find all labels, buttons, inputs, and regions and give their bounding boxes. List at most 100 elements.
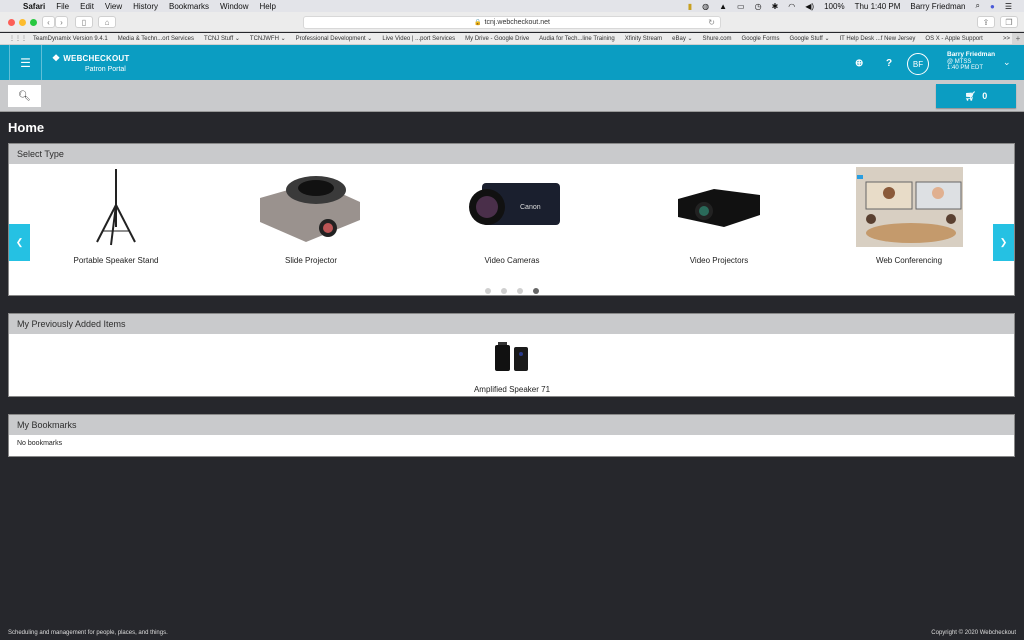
bookmark-item[interactable]: Media & Techn...ort Services xyxy=(118,36,194,42)
zoom-window-button[interactable] xyxy=(30,19,37,26)
menubar-user[interactable]: Barry Friedman xyxy=(910,2,965,11)
user-info[interactable]: Barry Friedman @ MTSS 1:40 PM EDT xyxy=(947,51,995,72)
spotlight-icon[interactable]: ⌕ xyxy=(976,1,980,11)
select-type-panel: Select Type ❮ Portable Speaker Stand Sli… xyxy=(8,143,1015,296)
type-item[interactable]: Slide Projector xyxy=(241,166,381,265)
type-carousel: ❮ Portable Speaker Stand Slide Projector… xyxy=(9,164,1014,296)
portal-subtitle: Patron Portal xyxy=(85,66,126,73)
close-window-button[interactable] xyxy=(8,19,15,26)
menu-icon[interactable]: ☰ xyxy=(9,45,42,80)
panel-header: My Previously Added Items xyxy=(9,314,1014,334)
carousel-dot-active[interactable] xyxy=(533,288,539,294)
bookmark-item[interactable]: Professional Development ⌄ xyxy=(296,35,373,42)
notification-center-icon[interactable]: ☰ xyxy=(1005,2,1012,11)
menu-bookmarks[interactable]: Bookmarks xyxy=(169,2,209,11)
page-title: Home xyxy=(8,120,45,135)
speaker-stand-image xyxy=(46,166,186,248)
forward-button[interactable]: › xyxy=(55,16,68,28)
reload-icon[interactable]: ↻ xyxy=(708,18,715,27)
menu-history[interactable]: History xyxy=(133,2,158,11)
drive-icon[interactable]: ▲ xyxy=(719,2,727,11)
accessibility-icon[interactable]: ⊕ xyxy=(855,58,863,69)
clock[interactable]: Thu 1:40 PM xyxy=(855,2,901,11)
footer-copyright: Copyright © 2020 Webcheckout xyxy=(931,630,1016,636)
menu-app[interactable]: Safari xyxy=(23,2,45,11)
lock-icon: 🔒 xyxy=(474,20,482,26)
bookmark-item[interactable]: Xfinity Stream xyxy=(625,36,662,42)
footer: Scheduling and management for people, pl… xyxy=(0,630,1024,640)
carousel-prev-button[interactable]: ❮ xyxy=(9,224,30,261)
type-label: Slide Projector xyxy=(284,256,338,265)
menu-file[interactable]: File xyxy=(56,2,69,11)
minimize-window-button[interactable] xyxy=(19,19,26,26)
avatar[interactable]: BF xyxy=(907,53,929,75)
app-header: ☰ ❖ WEBCHECKOUT Patron Portal ⊕ ? BF Barr… xyxy=(0,45,1024,80)
bookmark-item[interactable]: eBay ⌄ xyxy=(672,35,692,42)
bookmark-item[interactable]: Google Forms xyxy=(742,36,780,42)
shield-icon[interactable]: ▮ xyxy=(688,2,692,11)
globe-icon[interactable]: ◍ xyxy=(702,2,709,11)
type-item[interactable]: Canon Video Cameras xyxy=(442,166,582,265)
logo[interactable]: ❖ WEBCHECKOUT Patron Portal xyxy=(52,53,129,73)
carousel-dot[interactable] xyxy=(517,288,523,294)
user-time: 1:40 PM EDT xyxy=(947,65,984,71)
bookmarks-bar: ⋮⋮⋮ TeamDynamix Version 9.4.1 Media & Te… xyxy=(0,33,1024,45)
carousel-dot[interactable] xyxy=(501,288,507,294)
bookmarks-panel: My Bookmarks No bookmarks xyxy=(8,414,1015,457)
type-label: Web Conferencing xyxy=(875,256,943,265)
bookmark-item[interactable]: TCNJWFH ⌄ xyxy=(250,35,286,42)
cart-count: 0 xyxy=(982,91,988,101)
type-item[interactable]: Video Projectors xyxy=(649,166,789,265)
bookmark-item[interactable]: Live Video | ...port Services xyxy=(382,36,455,42)
volume-icon[interactable]: ◀) xyxy=(805,2,814,11)
show-all-bookmarks-icon[interactable]: ⋮⋮⋮ xyxy=(0,35,33,42)
slide-projector-image xyxy=(241,166,381,248)
back-button[interactable]: ‹ xyxy=(42,16,55,28)
time-machine-icon[interactable]: ◷ xyxy=(755,2,762,11)
menu-edit[interactable]: Edit xyxy=(80,2,94,11)
browser-toolbar: ‹ › ▯ ⌂ 🔒 tcnj.webcheckout.net ↻ ⇪ ❐ xyxy=(0,12,1024,32)
menu-help[interactable]: Help xyxy=(259,2,275,11)
chevron-down-icon[interactable]: ⌄ xyxy=(1003,57,1011,68)
search-button[interactable]: 🔍︎ xyxy=(8,85,41,107)
menu-view[interactable]: View xyxy=(105,2,122,11)
carousel-pagination xyxy=(485,288,539,294)
menu-window[interactable]: Window xyxy=(220,2,248,11)
panel-header: My Bookmarks xyxy=(9,415,1014,435)
home-icon[interactable]: ⌂ xyxy=(98,16,116,28)
siri-icon[interactable]: ● xyxy=(990,2,995,11)
sidebar-toggle-icon[interactable]: ▯ xyxy=(75,16,93,28)
url-text: tcnj.webcheckout.net xyxy=(484,19,550,26)
share-icon[interactable]: ⇪ xyxy=(977,16,995,28)
battery-text[interactable]: 100% xyxy=(824,2,844,11)
amplified-speaker-image xyxy=(495,342,528,371)
bookmark-item[interactable]: OS X - Apple Support xyxy=(925,36,982,42)
bookmark-item[interactable]: Shure.com xyxy=(703,36,732,42)
address-bar[interactable]: 🔒 tcnj.webcheckout.net ↻ xyxy=(303,16,721,29)
new-tab-button[interactable]: + xyxy=(1012,33,1024,44)
bookmark-item[interactable]: IT Help Desk ...f New Jersey xyxy=(840,36,916,42)
brand-name: WEBCHECKOUT xyxy=(63,54,130,63)
bookmark-item[interactable]: Audia for Tech...line Training xyxy=(539,36,615,42)
type-item[interactable]: Web Conferencing xyxy=(839,166,979,265)
carousel-next-button[interactable]: ❯ xyxy=(993,224,1014,261)
cart-button[interactable]: 🛒︎ 0 xyxy=(936,84,1016,108)
bookmark-item[interactable]: TCNJ Stuff ⌄ xyxy=(204,35,240,42)
empty-bookmarks-text: No bookmarks xyxy=(17,440,63,447)
previously-added-panel: My Previously Added Items Amplified Spea… xyxy=(8,313,1015,397)
carousel-dot[interactable] xyxy=(485,288,491,294)
wifi-icon[interactable]: ◠ xyxy=(788,2,795,11)
tabs-overview-icon[interactable]: ❐ xyxy=(1000,16,1018,28)
action-bar: 🔍︎ 🛒︎ 0 xyxy=(0,80,1024,112)
more-bookmarks-button[interactable]: >> xyxy=(1003,36,1010,42)
airplay-icon[interactable]: ▭ xyxy=(737,2,745,11)
previous-item[interactable]: Amplified Speaker 71 xyxy=(454,342,570,394)
bookmark-item[interactable]: My Drive - Google Drive xyxy=(465,36,529,42)
footer-tagline: Scheduling and management for people, pl… xyxy=(8,630,168,636)
bluetooth-icon[interactable]: ✱ xyxy=(772,2,779,11)
help-icon[interactable]: ? xyxy=(886,58,892,69)
bookmark-item[interactable]: TeamDynamix Version 9.4.1 xyxy=(33,36,108,42)
bookmark-item[interactable]: Google Stuff ⌄ xyxy=(790,35,830,42)
type-label: Video Projectors xyxy=(689,256,749,265)
type-item[interactable]: Portable Speaker Stand xyxy=(46,166,186,265)
